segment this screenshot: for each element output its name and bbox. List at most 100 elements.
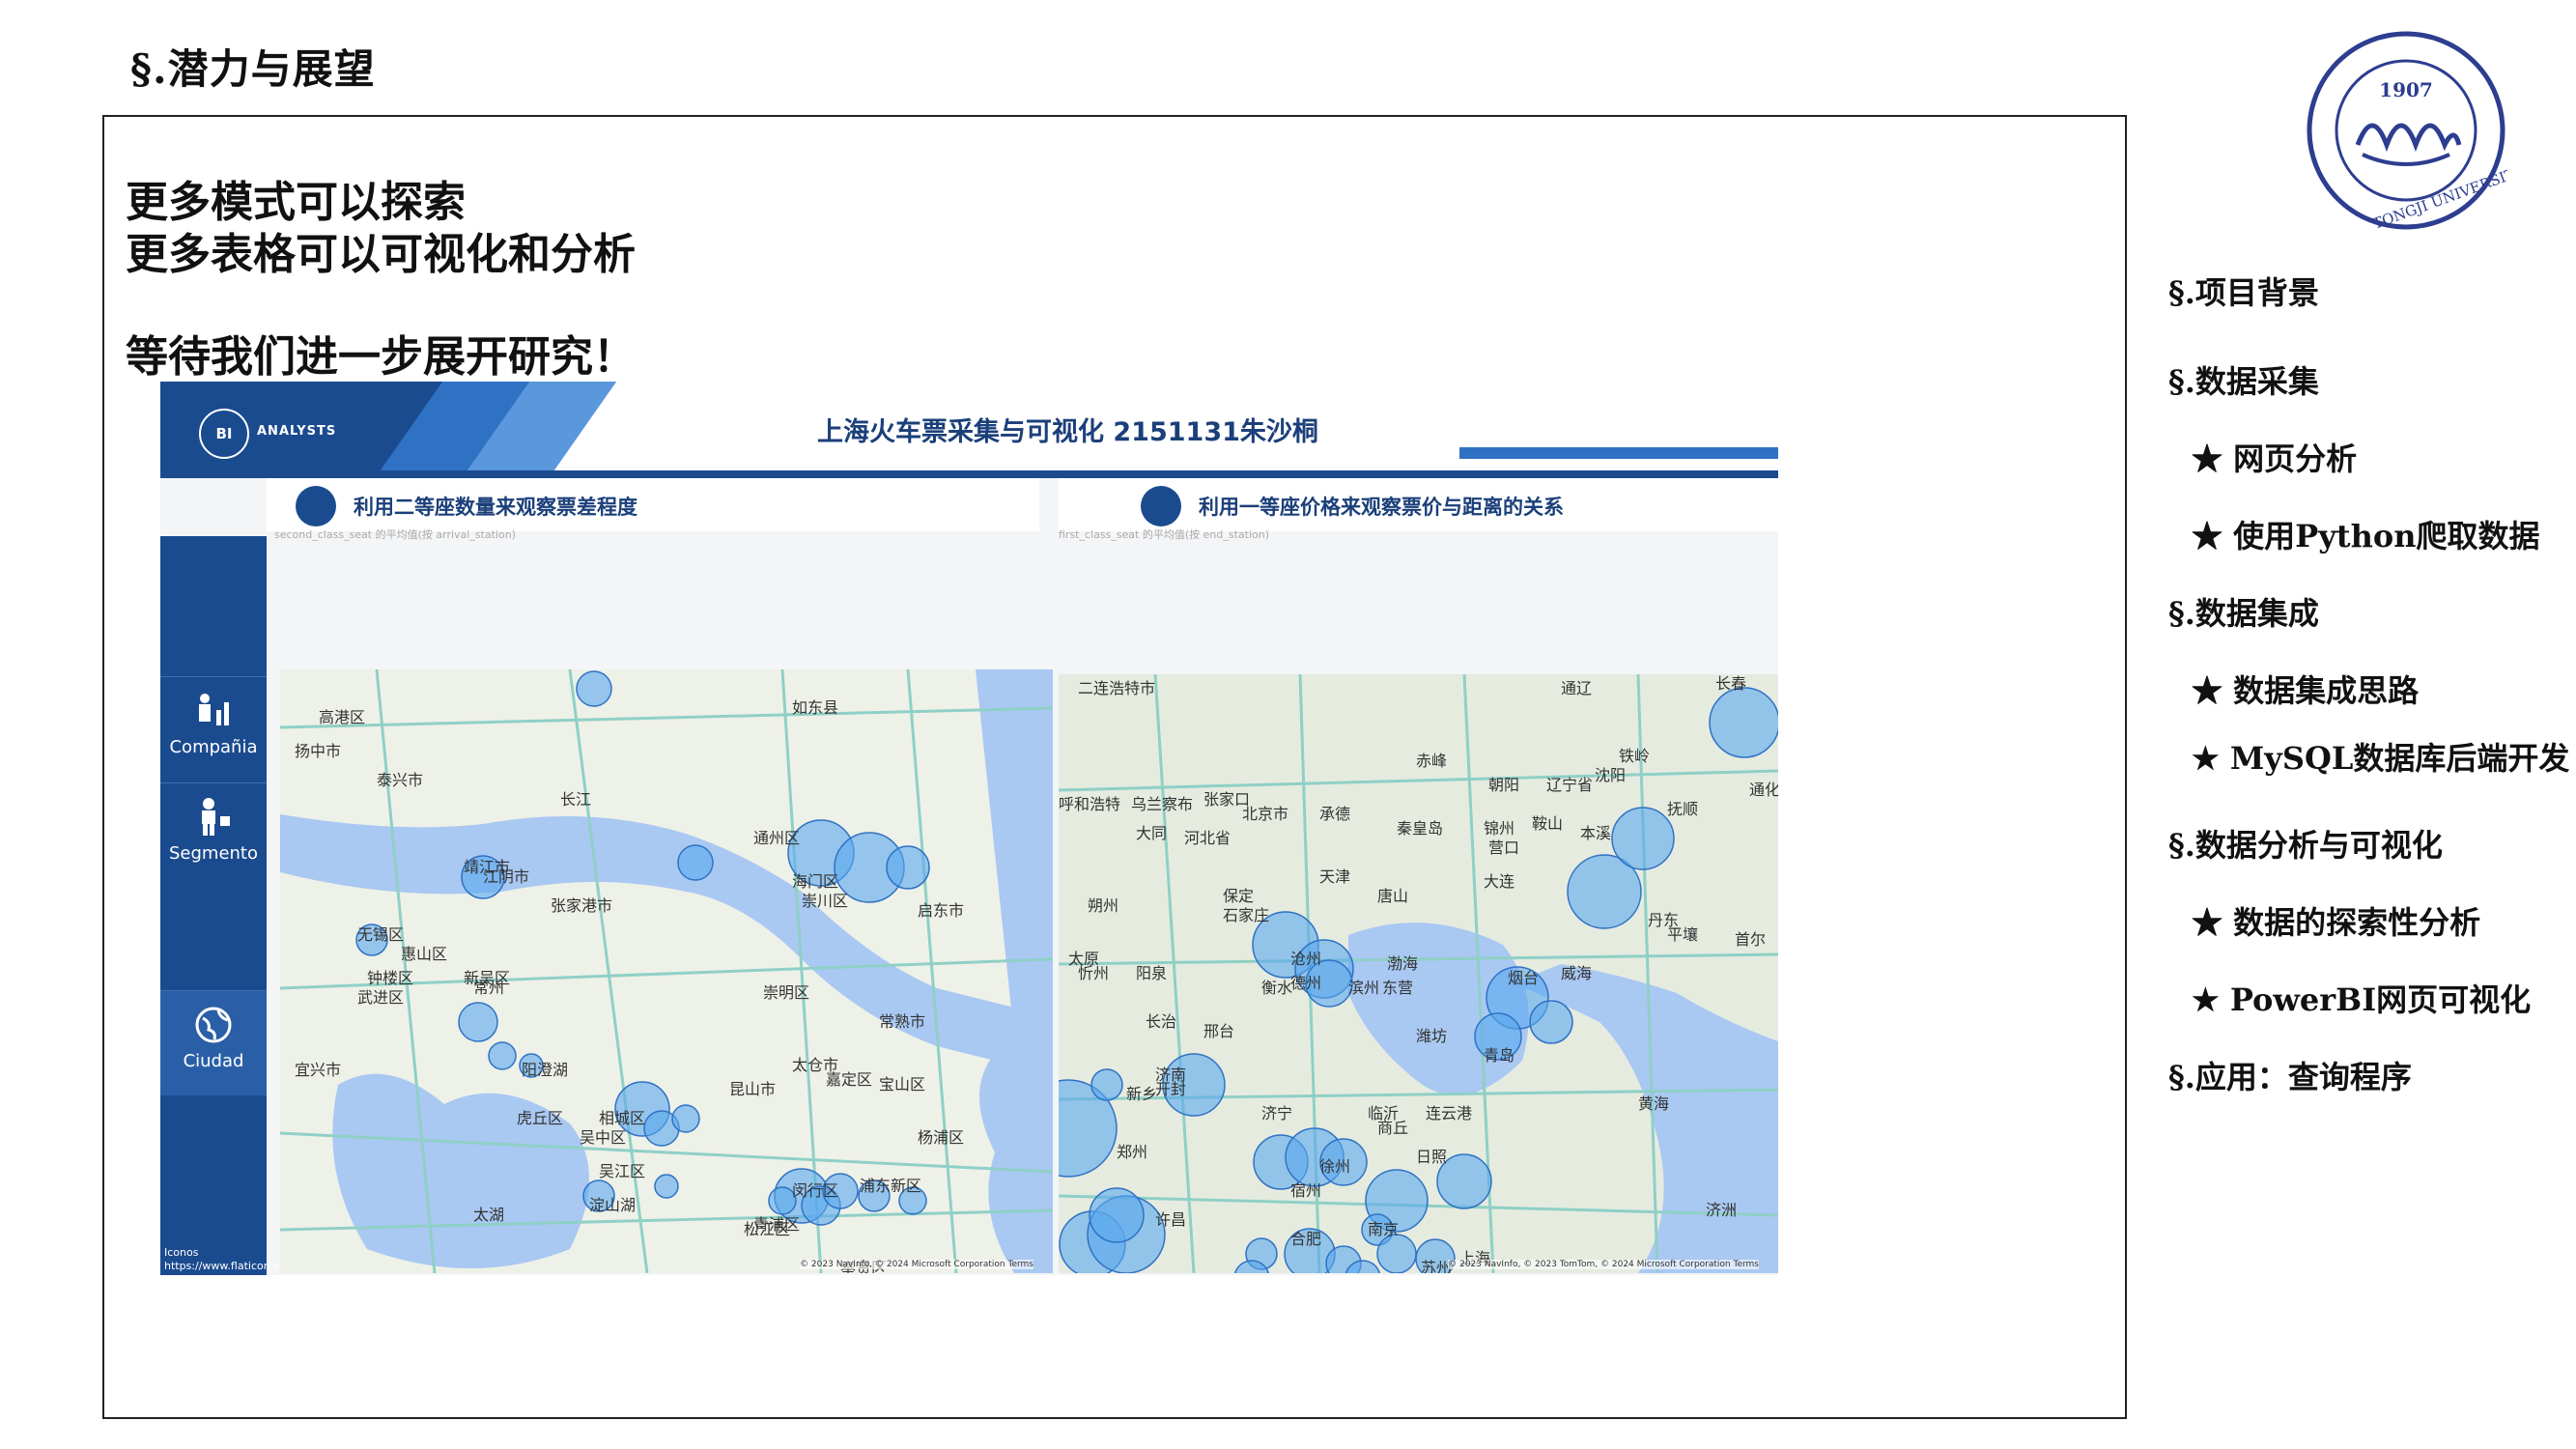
nav-subitem[interactable]: ★ 数据集成思路	[2192, 667, 2419, 711]
city-bubble	[1089, 1187, 1145, 1243]
right-panel-title: 利用一等座价格来观察票价与距离的关系	[1199, 496, 1564, 519]
segment-person-icon	[202, 798, 230, 836]
map-label: 高港区	[319, 708, 365, 726]
map-label: 滨州	[1348, 979, 1379, 997]
map-label: 徐州	[1319, 1157, 1350, 1176]
powerbi-report-screenshot: BI ANALYSTS 上海火车票采集与可视化 2151131朱沙桐 Compa…	[160, 382, 1778, 1275]
map-label: 崇明区	[763, 983, 809, 1002]
city-bubble	[886, 845, 930, 890]
report-header: BI ANALYSTS 上海火车票采集与可视化 2151131朱沙桐	[160, 382, 1778, 478]
city-bubble	[1529, 1000, 1573, 1044]
map-attribution: © 2023 NavInfo, © 2023 TomTom, © 2024 Mi…	[1448, 1260, 1759, 1269]
map-label: 济宁	[1261, 1104, 1292, 1122]
nav-subitem[interactable]: ★ PowerBI网页可视化	[2192, 976, 2531, 1020]
right-bubble-map[interactable]: 二连浩特市 通辽 长春 铁岭 赤峰 朝阳 辽宁省 沈阳 抚顺 通化 乌兰察布 张家口 承德 锦州 鞍山 本溪呼…	[1059, 674, 1778, 1273]
nav-item[interactable]: §.数据集成	[2168, 589, 2319, 634]
map-label: 松江区	[744, 1220, 790, 1238]
globe-icon	[1141, 486, 1181, 526]
nav-item[interactable]: §.数据分析与可视化	[2168, 821, 2443, 866]
map-label: 张家港市	[551, 896, 612, 915]
map-label: 相城区	[599, 1109, 645, 1127]
map-label: 宝山区	[879, 1075, 925, 1094]
map-label: 青岛	[1484, 1046, 1514, 1065]
map-label: 吴江区	[599, 1162, 645, 1180]
map-label: 常熟市	[879, 1012, 925, 1031]
chart-person-icon	[199, 694, 229, 725]
map-label: 苏州	[1421, 1259, 1452, 1273]
map-label: 许昌	[1155, 1210, 1186, 1229]
map-label: 天津	[1319, 867, 1350, 886]
map-label: 商丘	[1377, 1119, 1408, 1137]
nav-item[interactable]: §.应用：查询程序	[2168, 1053, 2412, 1097]
map-label: 二连浩特市	[1078, 679, 1155, 697]
map-label: 无锡区	[357, 925, 404, 944]
map-label: 昆山市	[729, 1080, 776, 1098]
map-label: 衡水	[1261, 979, 1292, 997]
map-label: 河北省	[1184, 829, 1231, 847]
nav-subitem[interactable]: ★ 使用Python爬取数据	[2192, 512, 2539, 556]
map-label: 闵行区	[792, 1181, 838, 1200]
map-label: 连云港	[1426, 1104, 1472, 1122]
map-label: 鞍山	[1532, 814, 1563, 833]
svg-text:1907: 1907	[2379, 78, 2433, 101]
map-label: 嘉定区	[826, 1070, 872, 1089]
map-label: 通辽	[1561, 679, 1592, 697]
map-label: 通州区	[753, 829, 800, 847]
left-bubble-map[interactable]: 高港区 如东县 扬中市 泰兴市 靖江市 通州区 崇川区 海门区 江阴市 张家港市 启东市 常熟市 太仓市…	[280, 669, 1053, 1273]
nav-subitem[interactable]: ★ 数据的探索性分析	[2192, 898, 2480, 943]
globe-icon	[195, 1007, 232, 1043]
report-nav-rail: Compañia Segmento Ciudad Iconos https://…	[160, 536, 286, 1275]
map-label: 辽宁省	[1546, 776, 1593, 794]
map-label: 武进区	[357, 988, 404, 1007]
map-label: 承德	[1319, 805, 1350, 823]
nav-subitem[interactable]: ★ MySQL数据库后端开发	[2192, 734, 2569, 779]
icon-credit: Iconos https://www.flaticon.es	[164, 1246, 286, 1272]
map-label: 阳泉	[1136, 964, 1167, 982]
map-label: 吴中区	[580, 1128, 626, 1147]
city-bubble	[677, 844, 714, 881]
map-label: 崇川区	[802, 892, 848, 910]
map-label: 大同	[1136, 824, 1167, 842]
map-label: 烟台	[1508, 969, 1539, 987]
map-label: 沧州	[1290, 950, 1321, 968]
rail-button-compania[interactable]: Compañia	[160, 676, 267, 781]
city-bubble	[671, 1104, 700, 1133]
map-label: 长春	[1715, 674, 1746, 693]
map-label: 营口	[1488, 838, 1519, 857]
body-line-3: 等待我们进一步展开研究！	[126, 332, 636, 382]
map-label: 渤海	[1387, 954, 1418, 973]
map-label: 扬中市	[295, 742, 341, 760]
city-bubble	[654, 1174, 679, 1199]
city-bubble	[458, 1002, 498, 1042]
city-bubble	[488, 1041, 517, 1070]
map-label: 开封	[1155, 1080, 1186, 1098]
map-label: 铁岭	[1619, 747, 1650, 765]
right-panel-header: 利用一等座价格来观察票价与距离的关系 first_class_seat 的平均值…	[1059, 478, 1778, 541]
slide-title: §.潜力与展望	[130, 45, 376, 93]
map-label: 宜兴市	[295, 1061, 341, 1079]
rail-button-segmento[interactable]: Segmento	[160, 782, 267, 888]
map-label: 保定	[1223, 887, 1254, 905]
left-panel-header: 利用二等座数量来观察票差程度 second_class_seat 的平均值(按 …	[267, 478, 1039, 541]
rail-label: Ciudad	[183, 1051, 244, 1071]
globe-icon	[296, 486, 336, 526]
map-label: 太原	[1068, 950, 1099, 968]
tongji-university-logo: 1907 TONGJI UNIVERSITY	[2305, 29, 2527, 233]
map-label: 通化	[1749, 781, 1778, 799]
map-label: 新乡	[1126, 1085, 1157, 1103]
map-label: 乌兰察布	[1131, 795, 1193, 813]
left-panel-caption: second_class_seat 的平均值(按 arrival_station…	[274, 528, 516, 541]
map-label: 平壤	[1667, 925, 1698, 944]
map-label: 郑州	[1117, 1143, 1147, 1161]
map-label: 朝阳	[1488, 776, 1519, 794]
city-bubble	[1611, 807, 1675, 870]
map-label: 威海	[1561, 964, 1592, 982]
city-bubble	[1376, 1234, 1417, 1273]
city-bubble	[1709, 687, 1778, 758]
rail-button-ciudad[interactable]: Ciudad	[160, 990, 267, 1095]
map-label: 呼和浩特	[1059, 795, 1120, 813]
nav-item[interactable]: §.数据采集	[2168, 357, 2319, 402]
map-label: 济洲	[1706, 1201, 1737, 1219]
nav-subitem[interactable]: ★ 网页分析	[2192, 435, 2357, 479]
nav-item[interactable]: §.项目背景	[2168, 269, 2319, 313]
